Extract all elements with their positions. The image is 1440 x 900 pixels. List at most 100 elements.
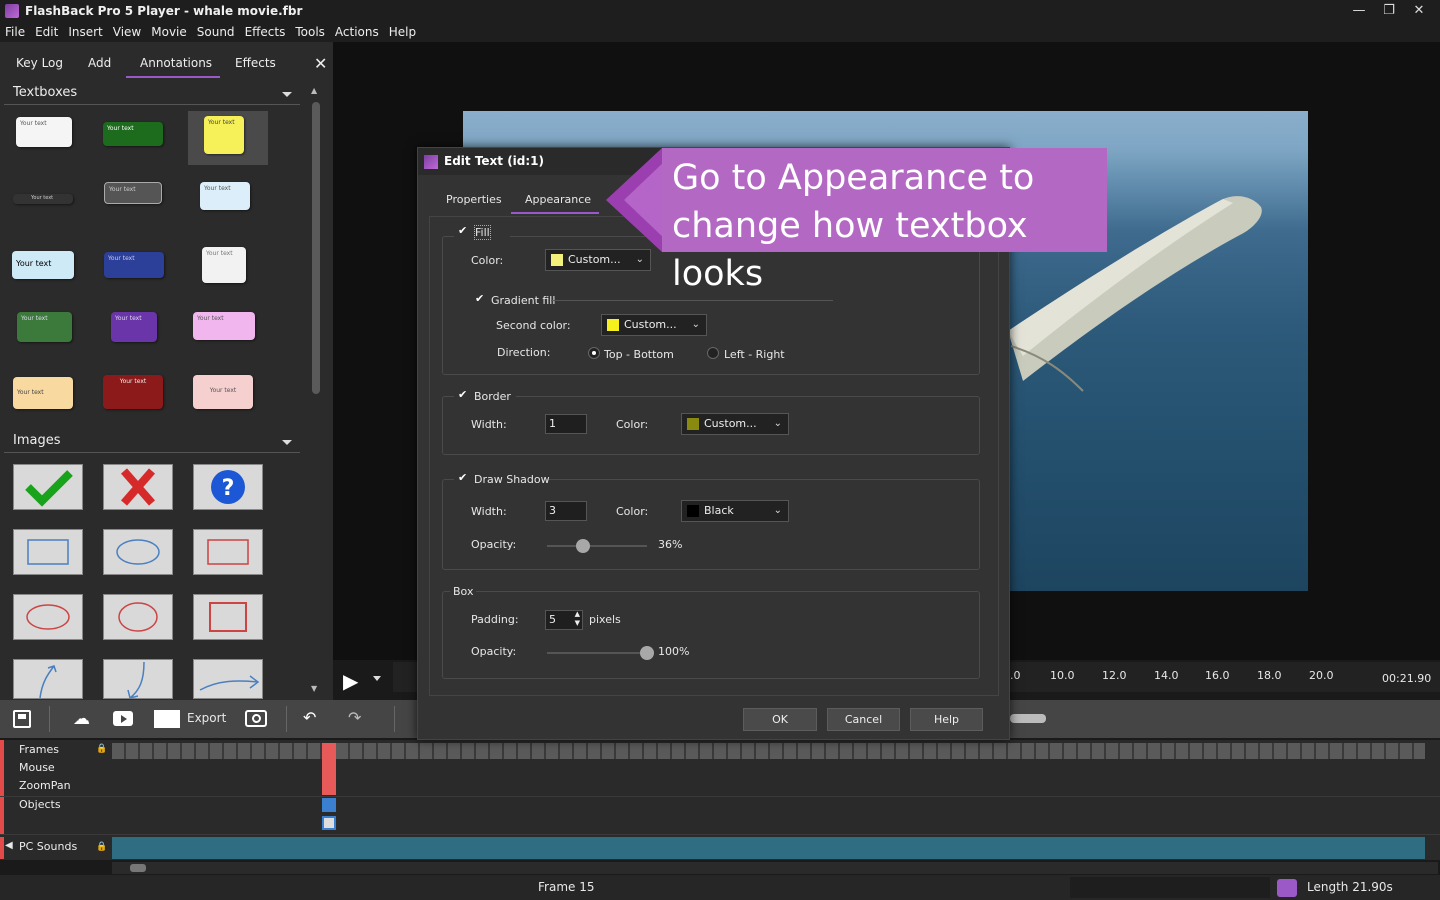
menu-movie[interactable]: Movie — [146, 25, 192, 39]
textbox-sample[interactable]: Your text — [103, 122, 163, 146]
menu-help[interactable]: Help — [384, 25, 421, 39]
spinner-icon[interactable]: ▲ ▼ — [575, 610, 580, 628]
blue-ellipse-image[interactable] — [103, 529, 173, 575]
menu-tools[interactable]: Tools — [290, 25, 330, 39]
x-mark-image[interactable] — [103, 464, 173, 510]
scroll-down-icon[interactable]: ▼ — [311, 684, 317, 693]
box-opacity-slider[interactable] — [547, 652, 647, 654]
second-color-dropdown[interactable]: Custom... ⌄ — [601, 314, 707, 336]
save-icon[interactable] — [13, 710, 31, 728]
tab-appearance[interactable]: Appearance — [525, 193, 591, 206]
images-header[interactable]: Images — [4, 433, 300, 453]
tab-properties[interactable]: Properties — [446, 193, 502, 206]
border-width-input[interactable]: 1 — [545, 414, 587, 434]
textbox-sample[interactable]: Your text — [17, 312, 72, 342]
export-film-icon[interactable] — [154, 710, 180, 728]
cancel-button[interactable]: Cancel — [827, 708, 900, 731]
export-button[interactable]: Export — [187, 711, 226, 725]
textbox-sample[interactable]: Your text — [111, 312, 157, 342]
shadow-opacity-knob[interactable] — [576, 539, 590, 553]
shadow-color-dropdown[interactable]: Black ⌄ — [681, 500, 789, 522]
fill-checkbox[interactable]: ✔ — [458, 225, 470, 237]
undo-icon[interactable]: ↶ — [303, 708, 316, 727]
panel-scrollbar[interactable]: ▲ ▼ — [311, 86, 321, 698]
menu-actions[interactable]: Actions — [330, 25, 384, 39]
textbox-sample[interactable]: Your text — [103, 375, 163, 409]
textbox-sample[interactable]: Your text — [200, 182, 250, 210]
arrow-down-image[interactable] — [103, 659, 173, 699]
shadow-width-input[interactable]: 3 — [545, 501, 587, 521]
youtube-icon[interactable] — [113, 711, 133, 726]
textbox-sample[interactable]: Your text — [193, 375, 253, 409]
textbox-sample[interactable]: Your text — [204, 116, 244, 154]
textbox-sample[interactable]: Your text — [202, 247, 246, 283]
sound-track[interactable] — [112, 837, 1425, 859]
restore-button[interactable]: ❐ — [1374, 0, 1404, 22]
camera-icon[interactable] — [245, 710, 267, 727]
menu-sound[interactable]: Sound — [192, 25, 240, 39]
menu-insert[interactable]: Insert — [63, 25, 107, 39]
border-color-dropdown[interactable]: Custom... ⌄ — [681, 413, 789, 435]
menu-effects[interactable]: Effects — [240, 25, 291, 39]
question-image[interactable]: ? — [193, 464, 263, 510]
shadow-opacity-slider[interactable] — [547, 545, 647, 547]
lock-icon[interactable]: 🔒 — [96, 842, 107, 852]
scroll-up-icon[interactable]: ▲ — [311, 86, 317, 95]
close-panel-icon[interactable]: ✕ — [314, 54, 327, 73]
tab-key-log[interactable]: Key Log — [16, 56, 63, 70]
ruler-tick: 14.0 — [1154, 669, 1179, 682]
red-rectangle-image[interactable] — [193, 529, 263, 575]
gradient-checkbox[interactable]: ✔ — [475, 293, 487, 305]
arrow-up-image[interactable] — [13, 659, 83, 699]
checkmark-image[interactable] — [13, 464, 83, 510]
textbox-sample[interactable]: Your text — [104, 182, 162, 204]
active-tab-indicator — [126, 76, 220, 78]
arrow-right-image[interactable] — [193, 659, 263, 699]
textbox-sample[interactable]: Your text — [13, 194, 73, 204]
frames-track[interactable] — [112, 743, 1425, 759]
red-box-image[interactable] — [193, 594, 263, 640]
tab-effects[interactable]: Effects — [235, 56, 276, 70]
scrollbar-thumb[interactable] — [312, 102, 320, 394]
minimize-button[interactable]: — — [1344, 0, 1374, 22]
timeline-scrollbar-thumb[interactable] — [130, 864, 146, 872]
timeline-scrollbar[interactable] — [112, 862, 1438, 874]
close-button[interactable]: ✕ — [1404, 0, 1434, 22]
playhead-marker[interactable] — [322, 743, 336, 795]
textbox-sample[interactable]: Your text — [12, 251, 74, 279]
lock-icon[interactable]: 🔒 — [96, 744, 107, 754]
fill-color-dropdown[interactable]: Custom... ⌄ — [545, 249, 651, 271]
textbox-sample[interactable]: Your text — [104, 252, 164, 278]
help-button[interactable]: Help — [910, 708, 983, 731]
shadow-group — [442, 479, 980, 570]
box-opacity-knob[interactable] — [640, 646, 654, 660]
ok-button[interactable]: OK — [743, 708, 817, 731]
play-options-chevron-icon[interactable] — [373, 676, 381, 681]
textbox-sample[interactable]: Your text — [16, 117, 72, 147]
rectangle-icon — [207, 539, 249, 565]
play-icon[interactable]: ▶ — [343, 669, 358, 693]
red-circle-image[interactable] — [103, 594, 173, 640]
shadow-checkbox[interactable]: ✔ — [458, 472, 470, 484]
menu-view[interactable]: View — [108, 25, 146, 39]
menu-edit[interactable]: Edit — [30, 25, 63, 39]
textbox-sample[interactable]: Your text — [193, 312, 255, 340]
radio-top-bottom[interactable] — [588, 347, 600, 359]
tab-add[interactable]: Add — [88, 56, 111, 70]
object-marker-icon[interactable] — [322, 798, 336, 812]
border-checkbox[interactable]: ✔ — [458, 389, 470, 401]
zoom-slider[interactable] — [1010, 714, 1046, 723]
redo-icon[interactable]: ↷ — [348, 708, 361, 727]
blue-rectangle-image[interactable] — [13, 529, 83, 575]
upload-cloud-icon[interactable]: ☁ — [73, 709, 90, 729]
textbox-sample[interactable]: Your text — [13, 377, 73, 409]
ruler-tick: .0 — [1010, 669, 1021, 682]
padding-input[interactable]: 5 ▲ ▼ — [545, 610, 583, 630]
tab-annotations[interactable]: Annotations — [140, 56, 212, 70]
red-ellipse-image[interactable] — [13, 594, 83, 640]
textbox-object-icon[interactable] — [322, 816, 336, 830]
radio-left-right[interactable] — [707, 347, 719, 359]
textboxes-header[interactable]: Textboxes — [4, 85, 300, 105]
menu-file[interactable]: File — [0, 25, 30, 39]
speaker-icon[interactable]: ◀ — [5, 840, 13, 851]
